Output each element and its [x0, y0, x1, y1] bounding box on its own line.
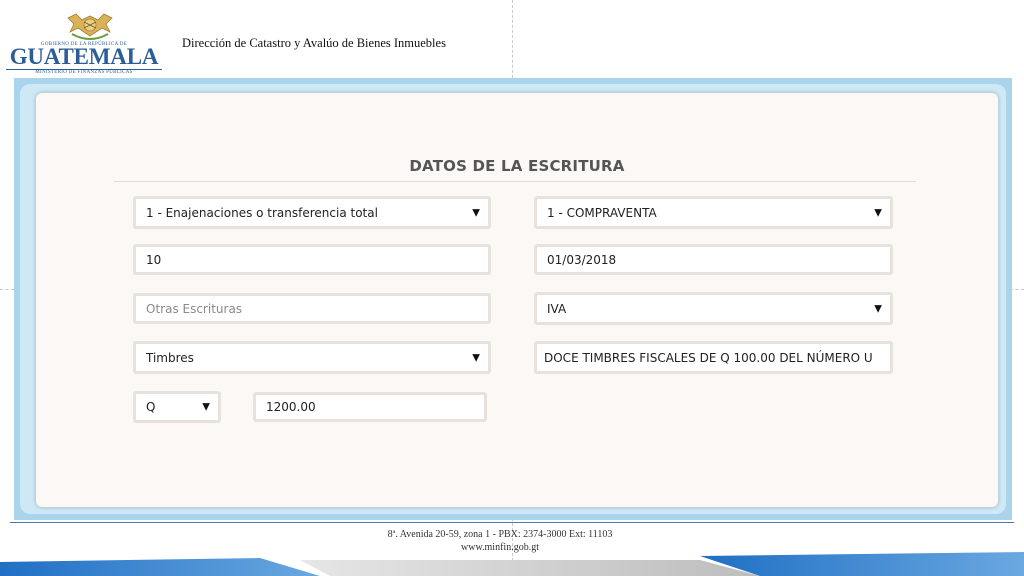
coat-of-arms-icon [67, 13, 113, 40]
guatemala-logo[interactable]: GOBIERNO DE LA REPÚBLICA DE GUATEMALA MI… [6, 12, 162, 75]
title-divider [114, 181, 916, 182]
guide-line-left [0, 289, 14, 290]
footer-decorative-band [0, 552, 1024, 576]
numero-escritura-input[interactable]: 10 [133, 244, 491, 275]
subtipo-select[interactable]: 1 - COMPRAVENTA ▼ [534, 196, 893, 229]
numero-value: 10 [146, 252, 162, 267]
dropdown-caret-icon: ▼ [874, 303, 882, 314]
header: GOBIERNO DE LA REPÚBLICA DE GUATEMALA MI… [0, 0, 1024, 76]
dropdown-caret-icon: ▼ [472, 352, 480, 363]
otras-escrituras-input[interactable]: Otras Escrituras [133, 293, 491, 324]
form-card: DATOS DE LA ESCRITURA 1 - Enajenaciones … [36, 93, 998, 507]
form-title: DATOS DE LA ESCRITURA [409, 157, 625, 175]
moneda-value: Q [146, 400, 156, 414]
dropdown-caret-icon: ▼ [472, 207, 480, 218]
monto-input[interactable]: 1200.00 [253, 392, 487, 422]
subtipo-value: 1 - COMPRAVENTA [547, 205, 657, 220]
dropdown-caret-icon: ▼ [202, 401, 210, 413]
logo-ministry-text: MINISTERIO DE FINANZAS PÚBLICAS [6, 69, 162, 75]
forma-pago-select[interactable]: Timbres ▼ [133, 341, 491, 374]
impuesto-select[interactable]: IVA ▼ [534, 292, 893, 325]
fecha-escritura-input[interactable]: 01/03/2018 [534, 244, 893, 275]
dropdown-caret-icon: ▼ [874, 207, 882, 218]
monto-value: 1200.00 [266, 400, 316, 414]
fecha-value: 01/03/2018 [547, 252, 617, 267]
footer-divider [10, 522, 1014, 523]
otras-escrituras-placeholder: Otras Escrituras [146, 301, 243, 316]
moneda-select[interactable]: Q ▼ [133, 391, 221, 423]
guide-line-right [1010, 289, 1024, 290]
forma-pago-value: Timbres [146, 350, 194, 365]
descripcion-timbres-value: DOCE TIMBRES FISCALES DE Q 100.00 DEL NÚ… [544, 350, 873, 365]
page-header-title: Dirección de Catastro y Avalúo de Bienes… [182, 36, 446, 50]
impuesto-value: IVA [547, 301, 567, 316]
descripcion-timbres-input[interactable]: DOCE TIMBRES FISCALES DE Q 100.00 DEL NÚ… [534, 341, 893, 374]
tipo-operacion-select[interactable]: 1 - Enajenaciones o transferencia total … [133, 196, 491, 229]
footer-address: 8ª. Avenida 20-59, zona 1 - PBX: 2374-30… [387, 529, 613, 540]
logo-wordmark: GUATEMALA [9, 44, 159, 69]
tipo-operacion-value: 1 - Enajenaciones o transferencia total [146, 205, 378, 220]
